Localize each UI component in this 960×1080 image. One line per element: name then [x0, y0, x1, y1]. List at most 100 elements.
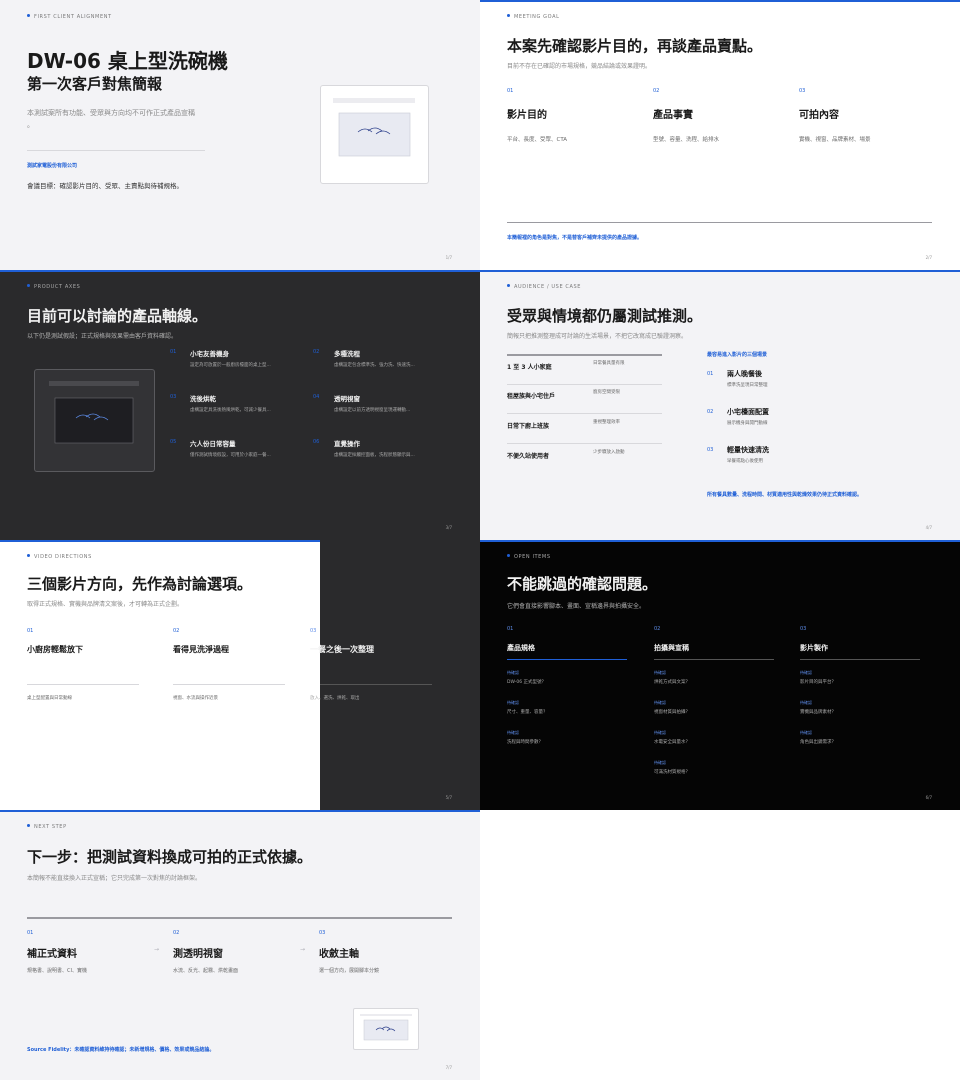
scenes-heading: 最容易進入影片的三個場景: [707, 352, 768, 358]
col-title: 拍攝與宣稱: [654, 644, 689, 652]
scene-number: 03: [707, 447, 714, 453]
slide-title: 本案先確認影片目的，再談產品賣點。: [507, 37, 763, 55]
scene-title: 兩人晚餐後: [727, 370, 762, 378]
dishwasher-icon: [49, 381, 139, 444]
slide-4: AUDIENCE / USE CASE 受眾與情境都仍屬測試推測。 簡報只把推測…: [480, 270, 960, 540]
footer-note: 本簡報裡的角色是對焦，不是替客戶補齊未提供的產品證據。: [507, 235, 643, 241]
divider: [173, 684, 285, 685]
arrow-icon: →: [300, 946, 306, 953]
slide-subtitle: 以下仍是測試假設；正式規格與效果需由客戶資料確認。: [27, 333, 178, 340]
step-number: 01: [27, 930, 34, 936]
dark-panel: [320, 540, 480, 810]
slide-1: FIRST CLIENT ALIGNMENT DW-06 桌上型洗碗機 第一次客…: [0, 0, 480, 270]
item-text: 視窗材質與拍攝？: [654, 710, 690, 715]
item-title: 多種洗程: [334, 350, 360, 358]
divider: [27, 917, 452, 919]
page-number: 3/7: [445, 525, 452, 530]
col-desc: 平台、長度、受眾、CTA: [507, 137, 568, 143]
disclaimer-line-1: 本測試案所有功能、受眾與方向均不可作正式產品宣稱: [27, 109, 195, 117]
item-text: 實機與品牌素材？: [800, 710, 836, 715]
scene-desc: 早餐或點心後使用: [727, 459, 763, 464]
row-divider: [507, 443, 662, 444]
item-number: 03: [170, 394, 177, 400]
col-number: 01: [507, 626, 514, 632]
footer-note: 所有餐具數量、洗程時間、材質適用性與乾燥效果仍待正式資料確認。: [707, 492, 863, 498]
item-tag: 待確認: [507, 700, 519, 705]
item-text: 洗程與時間參數？: [507, 740, 543, 745]
step-title: 測透明視窗: [173, 949, 223, 960]
page-number: 1/7: [445, 255, 452, 260]
slide-title: 受眾與情境都仍屬測試推測。: [507, 307, 703, 325]
direction-title: 一餐之後一次整理: [310, 645, 374, 654]
item-desc: 僅作測試情境假設，可用於小家庭一餐...: [190, 453, 271, 458]
step-title: 補正式資料: [27, 949, 77, 960]
item-title: 透明視窗: [334, 395, 360, 403]
item-number: 06: [313, 439, 320, 445]
slide-kicker: NEXT STEP: [27, 824, 67, 830]
slide-title: 三個影片方向，先作為討論選項。: [27, 575, 253, 593]
divider: [27, 150, 205, 151]
page-number: 6/7: [925, 795, 932, 800]
direction-title: 小廚房輕鬆放下: [27, 645, 83, 654]
item-desc: 虛構設定採觸控面板，洗程狀態顯示與...: [334, 453, 415, 458]
item-desc: 虛構設定包含標準洗、強力洗、快速洗...: [334, 363, 415, 368]
col-title: 產品事實: [653, 110, 693, 121]
item-number: 05: [170, 439, 177, 445]
col-number: 02: [654, 626, 661, 632]
slide-subtitle: 目前不存在已確認的市場規格，競品結論或效果證明。: [507, 63, 652, 70]
row-divider: [507, 413, 662, 414]
product-illustration: [353, 1008, 419, 1050]
meeting-goal-text: 會議目標：確認影片目的、受眾、主賣點與待補規格。: [27, 182, 183, 190]
accent-line: [480, 270, 960, 272]
direction-title: 看得見洗淨過程: [173, 645, 229, 654]
slide-subtitle: 本簡報不能直接換入正式宣稱；它只完成第一次對焦的討論框架。: [27, 875, 202, 882]
item-number: 02: [313, 349, 320, 355]
step-number: 02: [173, 930, 180, 936]
col-desc: 實機、視窗、品牌素材、場景: [799, 137, 871, 143]
kicker-text: FIRST CLIENT ALIGNMENT: [34, 14, 112, 20]
item-tag: 待確認: [654, 700, 666, 705]
col-desc: 型號、容量、洗程、給排水: [653, 137, 720, 143]
slide-3: PRODUCT AXES 目前可以討論的產品軸線。 以下仍是測試假設；正式規格與…: [0, 270, 480, 540]
item-text: 尺寸、重量、容量？: [507, 710, 548, 715]
direction-number: 02: [173, 628, 180, 634]
dishwasher-icon: [360, 1014, 412, 1041]
accent-line: [0, 270, 480, 272]
direction-desc: 視窗、水流與操作近景: [173, 696, 218, 701]
accent-line: [480, 540, 960, 542]
col-title: 可拍內容: [799, 110, 839, 121]
audience-label: 1 至 3 人小家庭: [507, 364, 552, 371]
item-desc: 虛構設定以前方透明視窗呈現運轉動...: [334, 408, 411, 413]
item-text: 影片目的與平台？: [800, 680, 836, 685]
col-number: 03: [800, 626, 807, 632]
item-text: DW-06 正式型號？: [507, 680, 547, 685]
footer-note: Source Fidelity：未確認資料維持待確認；未新增規格、價格、效果或競…: [27, 1047, 215, 1053]
slide-title: 目前可以討論的產品軸線。: [27, 307, 208, 325]
product-illustration: [320, 85, 429, 184]
slide-5: VIDEO DIRECTIONS 三個影片方向，先作為討論選項。 取得正式規格、…: [0, 540, 480, 810]
slide-subtitle: 簡報只把推測整理成可討論的生活場景，不把它改寫成已驗證洞察。: [507, 333, 688, 340]
item-desc: 設定為可放置於一般廚房檯面的桌上型...: [190, 363, 271, 368]
slide-6: OPEN ITEMS 不能跳過的確認問題。 它們會直接影響腳本、畫面、宣稱邊界與…: [480, 540, 960, 810]
kicker-text: OPEN ITEMS: [514, 554, 551, 560]
audience-label: 租屋族與小宅住戶: [507, 393, 556, 400]
item-title: 洗後烘乾: [190, 395, 216, 403]
audience-label: 日常下廚上班族: [507, 423, 550, 430]
divider: [507, 222, 932, 223]
table-top-rule: [507, 354, 662, 356]
slide-subtitle: 取得正式規格、實機與品牌清文案後，才可轉為正式企劃。: [27, 601, 184, 608]
slide-kicker: AUDIENCE / USE CASE: [507, 284, 581, 290]
slide-kicker: VIDEO DIRECTIONS: [27, 554, 92, 560]
product-illustration: [34, 369, 155, 472]
item-tag: 待確認: [507, 730, 519, 735]
col-title: 產品規格: [507, 644, 535, 652]
page-number: 5/7: [445, 795, 452, 800]
kicker-text: AUDIENCE / USE CASE: [514, 284, 582, 290]
item-number: 01: [170, 349, 177, 355]
slide-2: MEETING GOAL 本案先確認影片目的，再談產品賣點。 目前不存在已確認的…: [480, 0, 960, 270]
scene-number: 01: [707, 371, 714, 377]
row-divider: [507, 384, 662, 385]
slide-title: 下一步：把測試資料換成可拍的正式依據。: [27, 848, 313, 866]
item-title: 直覺操作: [334, 440, 360, 448]
divider: [320, 684, 432, 685]
